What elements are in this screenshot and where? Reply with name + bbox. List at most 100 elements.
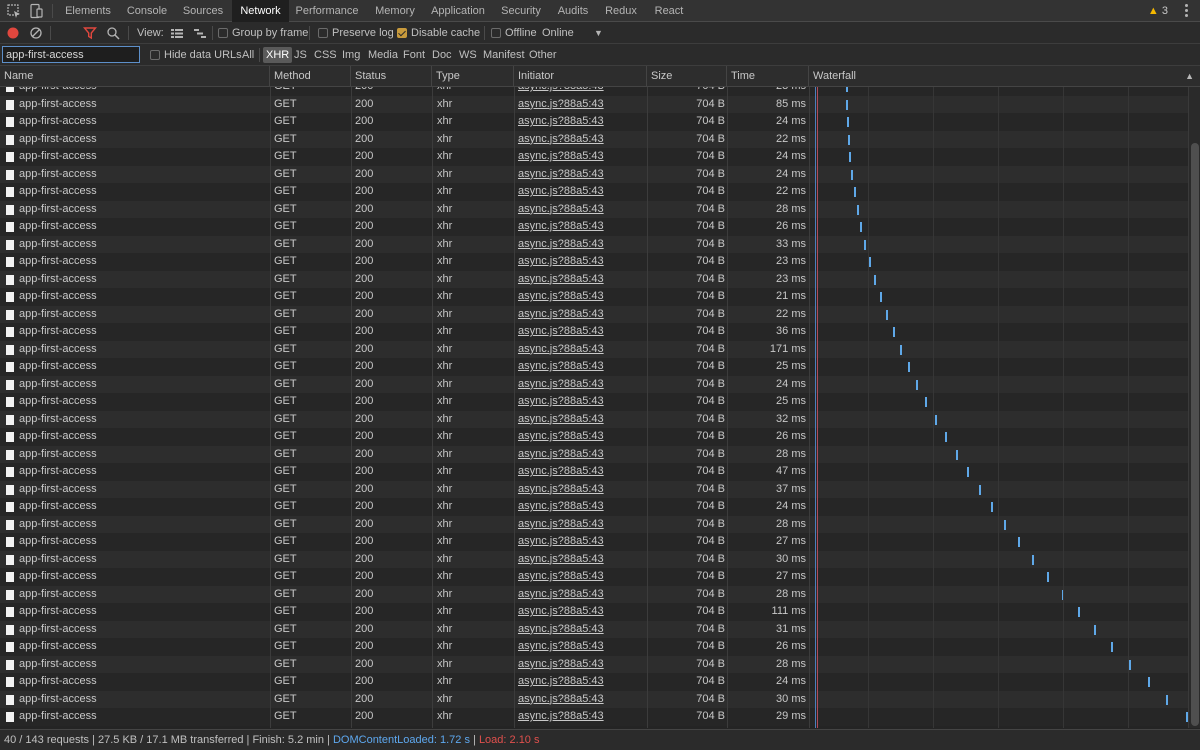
tab-elements[interactable]: Elements <box>60 0 116 22</box>
filter-type-ws[interactable]: WS <box>459 44 477 66</box>
tab-sources[interactable]: Sources <box>178 0 228 22</box>
request-initiator-link[interactable]: async.js?88a5:43 <box>518 218 646 236</box>
request-initiator-link[interactable]: async.js?88a5:43 <box>518 376 646 394</box>
table-row[interactable]: app-first-access GET 200 xhr async.js?88a5:4… <box>0 323 1188 341</box>
column-header-method[interactable]: Method <box>270 66 351 87</box>
request-initiator-link[interactable]: async.js?88a5:43 <box>518 87 646 96</box>
request-initiator-link[interactable]: async.js?88a5:43 <box>518 603 646 621</box>
clear-icon[interactable] <box>29 26 45 42</box>
table-row[interactable]: app-first-access GET 200 xhr async.js?88a5:4… <box>0 288 1188 306</box>
vertical-scrollbar[interactable] <box>1188 87 1200 728</box>
request-initiator-link[interactable]: async.js?88a5:43 <box>518 691 646 709</box>
filter-type-media[interactable]: Media <box>368 44 398 66</box>
tab-application[interactable]: Application <box>428 0 488 22</box>
tab-performance[interactable]: Performance <box>294 0 360 22</box>
column-header-type[interactable]: Type <box>432 66 514 87</box>
table-row[interactable]: app-first-access GET 200 xhr async.js?88a5:4… <box>0 95 1188 114</box>
offline-checkbox[interactable] <box>491 28 501 38</box>
request-initiator-link[interactable]: async.js?88a5:43 <box>518 656 646 674</box>
table-row[interactable]: app-first-access GET 200 xhr async.js?88a5:4… <box>0 690 1188 709</box>
table-row[interactable]: app-first-access GET 200 xhr async.js?88a5:4… <box>0 568 1188 586</box>
table-row[interactable]: app-first-access GET 200 xhr async.js?88a5:4… <box>0 463 1188 481</box>
table-row[interactable]: app-first-access GET 200 xhr async.js?88a5:4… <box>0 165 1188 183</box>
tab-security[interactable]: Security <box>496 0 546 22</box>
table-row[interactable]: app-first-access GET 200 xhr async.js?88a5:4… <box>0 270 1188 289</box>
table-row[interactable]: app-first-access GET 200 xhr async.js?88a5:4… <box>0 533 1188 551</box>
overview-icon[interactable] <box>193 26 209 42</box>
request-initiator-link[interactable]: async.js?88a5:43 <box>518 621 646 639</box>
request-initiator-link[interactable]: async.js?88a5:43 <box>518 516 646 534</box>
warnings-counter[interactable]: ▲ 3 <box>1148 0 1168 22</box>
request-initiator-link[interactable]: async.js?88a5:43 <box>518 148 646 166</box>
table-row[interactable]: app-first-access GET 200 xhr async.js?88a5:4… <box>0 305 1188 324</box>
hide-data-urls-checkbox[interactable] <box>150 50 160 60</box>
table-row[interactable]: app-first-access GET 200 xhr async.js?88a5:4… <box>0 358 1188 376</box>
request-initiator-link[interactable]: async.js?88a5:43 <box>518 271 646 289</box>
table-row[interactable]: app-first-access GET 200 xhr async.js?88a5:4… <box>0 445 1188 463</box>
table-row[interactable]: app-first-access GET 200 xhr async.js?88a5:4… <box>0 673 1188 691</box>
table-row[interactable]: app-first-access GET 200 xhr async.js?88a5:4… <box>0 375 1188 394</box>
record-icon[interactable] <box>6 26 22 42</box>
more-options-icon[interactable] <box>1180 4 1192 18</box>
tab-memory[interactable]: Memory <box>370 0 420 22</box>
scrollbar-thumb[interactable] <box>1191 143 1199 726</box>
request-initiator-link[interactable]: async.js?88a5:43 <box>518 568 646 586</box>
request-initiator-link[interactable]: async.js?88a5:43 <box>518 288 646 306</box>
request-initiator-link[interactable]: async.js?88a5:43 <box>518 201 646 219</box>
table-row[interactable]: app-first-access GET 200 xhr async.js?88a5:4… <box>0 130 1188 149</box>
request-initiator-link[interactable]: async.js?88a5:43 <box>518 323 646 341</box>
table-row[interactable]: app-first-access GET 200 xhr async.js?88a5:4… <box>0 603 1188 621</box>
request-initiator-link[interactable]: async.js?88a5:43 <box>518 306 646 324</box>
filter-type-img[interactable]: Img <box>342 44 360 66</box>
request-initiator-link[interactable]: async.js?88a5:43 <box>518 708 646 726</box>
request-initiator-link[interactable]: async.js?88a5:43 <box>518 183 646 201</box>
request-initiator-link[interactable]: async.js?88a5:43 <box>518 341 646 359</box>
request-initiator-link[interactable]: async.js?88a5:43 <box>518 673 646 691</box>
filter-input[interactable] <box>2 46 140 63</box>
filter-type-font[interactable]: Font <box>403 44 425 66</box>
table-row[interactable]: app-first-access GET 200 xhr async.js?88a5:4… <box>0 235 1188 254</box>
table-row[interactable]: app-first-access GET 200 xhr async.js?88a5:4… <box>0 148 1188 166</box>
request-initiator-link[interactable]: async.js?88a5:43 <box>518 253 646 271</box>
request-initiator-link[interactable]: async.js?88a5:43 <box>518 131 646 149</box>
tab-console[interactable]: Console <box>120 0 174 22</box>
table-row[interactable]: app-first-access GET 200 xhr async.js?88a5:4… <box>0 480 1188 499</box>
tab-react[interactable]: React <box>650 0 688 22</box>
filter-icon[interactable] <box>82 26 99 42</box>
table-row[interactable]: app-first-access GET 200 xhr async.js?88a5:4… <box>0 428 1188 446</box>
request-initiator-link[interactable]: async.js?88a5:43 <box>518 463 646 481</box>
column-header-status[interactable]: Status <box>351 66 432 87</box>
throttling-select[interactable]: Online <box>542 22 574 44</box>
table-row[interactable]: app-first-access GET 200 xhr async.js?88a5:4… <box>0 87 1188 96</box>
table-row[interactable]: app-first-access GET 200 xhr async.js?88a5:4… <box>0 708 1188 726</box>
request-initiator-link[interactable]: async.js?88a5:43 <box>518 236 646 254</box>
column-header-initiator[interactable]: Initiator <box>514 66 647 87</box>
request-initiator-link[interactable]: async.js?88a5:43 <box>518 96 646 114</box>
column-header-time[interactable]: Time <box>727 66 809 87</box>
tab-network[interactable]: Network <box>232 0 289 22</box>
request-initiator-link[interactable]: async.js?88a5:43 <box>518 638 646 656</box>
request-initiator-link[interactable]: async.js?88a5:43 <box>518 586 646 604</box>
table-row[interactable]: app-first-access GET 200 xhr async.js?88a5:4… <box>0 410 1188 428</box>
filter-type-all[interactable]: All <box>242 44 254 66</box>
table-row[interactable]: app-first-access GET 200 xhr async.js?88a5:4… <box>0 638 1188 656</box>
request-initiator-link[interactable]: async.js?88a5:43 <box>518 113 646 131</box>
filter-type-js[interactable]: JS <box>294 44 307 66</box>
table-row[interactable]: app-first-access GET 200 xhr async.js?88a5:4… <box>0 498 1188 516</box>
filter-type-css[interactable]: CSS <box>314 44 337 66</box>
column-header-waterfall[interactable]: Waterfall <box>809 66 1200 87</box>
large-rows-icon[interactable] <box>170 26 186 42</box>
table-row[interactable]: app-first-access GET 200 xhr async.js?88a5:4… <box>0 550 1188 568</box>
request-initiator-link[interactable]: async.js?88a5:43 <box>518 393 646 411</box>
column-header-name[interactable]: Name <box>0 66 270 87</box>
filter-type-manifest[interactable]: Manifest <box>483 44 525 66</box>
table-row[interactable]: app-first-access GET 200 xhr async.js?88a5:4… <box>0 200 1188 219</box>
table-row[interactable]: app-first-access GET 200 xhr async.js?88a5:4… <box>0 585 1188 604</box>
request-initiator-link[interactable]: async.js?88a5:43 <box>518 481 646 499</box>
table-row[interactable]: app-first-access GET 200 xhr async.js?88a5:4… <box>0 620 1188 639</box>
table-row[interactable]: app-first-access GET 200 xhr async.js?88a5:4… <box>0 393 1188 411</box>
table-row[interactable]: app-first-access GET 200 xhr async.js?88a5:4… <box>0 340 1188 359</box>
table-row[interactable]: app-first-access GET 200 xhr async.js?88a5:4… <box>0 218 1188 236</box>
table-row[interactable]: app-first-access GET 200 xhr async.js?88a5:4… <box>0 253 1188 271</box>
request-initiator-link[interactable]: async.js?88a5:43 <box>518 428 646 446</box>
